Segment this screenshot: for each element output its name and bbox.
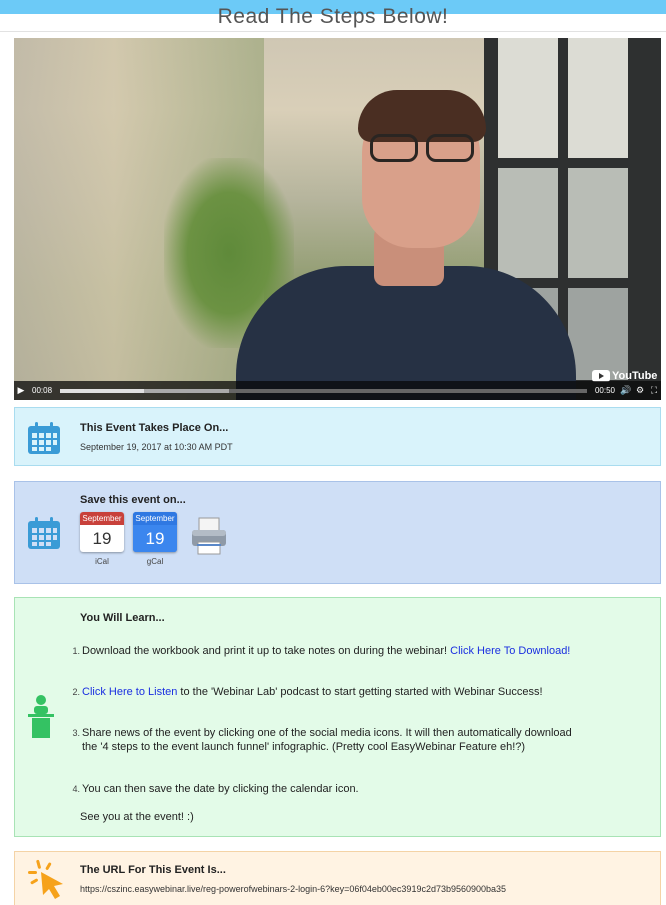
calendar-icon — [28, 422, 60, 454]
event-date-value: September 19, 2017 at 10:30 AM PDT — [80, 442, 233, 452]
ical-button[interactable]: September 19 — [80, 512, 124, 552]
list-item: 1. Download the workbook and print it up … — [72, 645, 571, 657]
gcal-button[interactable]: September 19 — [133, 512, 177, 552]
ical-label: iCal — [95, 557, 109, 566]
cursor-click-icon — [28, 859, 63, 899]
video-controls: ▶ 00:08 00:50 🔊 ⚙ ⛶ — [14, 381, 661, 400]
list-item: 3. Share news of the event by clicking on… — [72, 727, 572, 753]
current-time: 00:08 — [32, 386, 53, 395]
header-divider — [0, 31, 666, 32]
gear-icon[interactable]: ⚙ — [633, 385, 647, 396]
closing-text: See you at the event! :) — [80, 811, 194, 823]
event-url-value[interactable]: https://cszinc.easywebinar.live/reg-powe… — [80, 884, 506, 894]
event-date-panel: This Event Takes Place On... September 1… — [14, 407, 661, 466]
gcal-label: gCal — [146, 557, 164, 566]
play-icon[interactable]: ▶ — [14, 381, 28, 400]
learn-panel: You Will Learn... 1. Download the workboo… — [14, 597, 661, 837]
event-url-title: The URL For This Event Is... — [80, 864, 226, 876]
list-item: 4. You can then save the date by clicking… — [72, 783, 359, 795]
listen-link[interactable]: Click Here to Listen — [82, 686, 177, 698]
event-url-panel: The URL For This Event Is... https://csz… — [14, 851, 661, 905]
event-date-title: This Event Takes Place On... — [80, 422, 229, 434]
download-link[interactable]: Click Here To Download! — [450, 645, 570, 657]
speaker-podium-icon — [28, 695, 54, 738]
duration: 00:50 — [594, 386, 615, 395]
save-event-panel: Save this event on... September 19 iCal … — [14, 481, 661, 584]
save-event-title: Save this event on... — [80, 494, 186, 506]
printer-icon[interactable] — [189, 516, 229, 556]
video-player[interactable]: YouTube ▶ 00:08 00:50 🔊 ⚙ ⛶ — [14, 38, 661, 400]
volume-icon[interactable]: 🔊 — [619, 385, 633, 396]
fullscreen-icon[interactable]: ⛶ — [647, 385, 661, 396]
seek-bar[interactable] — [60, 388, 587, 393]
calendar-icon — [28, 517, 60, 549]
learn-title: You Will Learn... — [80, 612, 165, 624]
list-item: 2. Click Here to Listen to the 'Webinar L… — [72, 686, 543, 698]
page-title: Read The Steps Below! — [217, 8, 449, 28]
progress-bar — [60, 388, 145, 393]
